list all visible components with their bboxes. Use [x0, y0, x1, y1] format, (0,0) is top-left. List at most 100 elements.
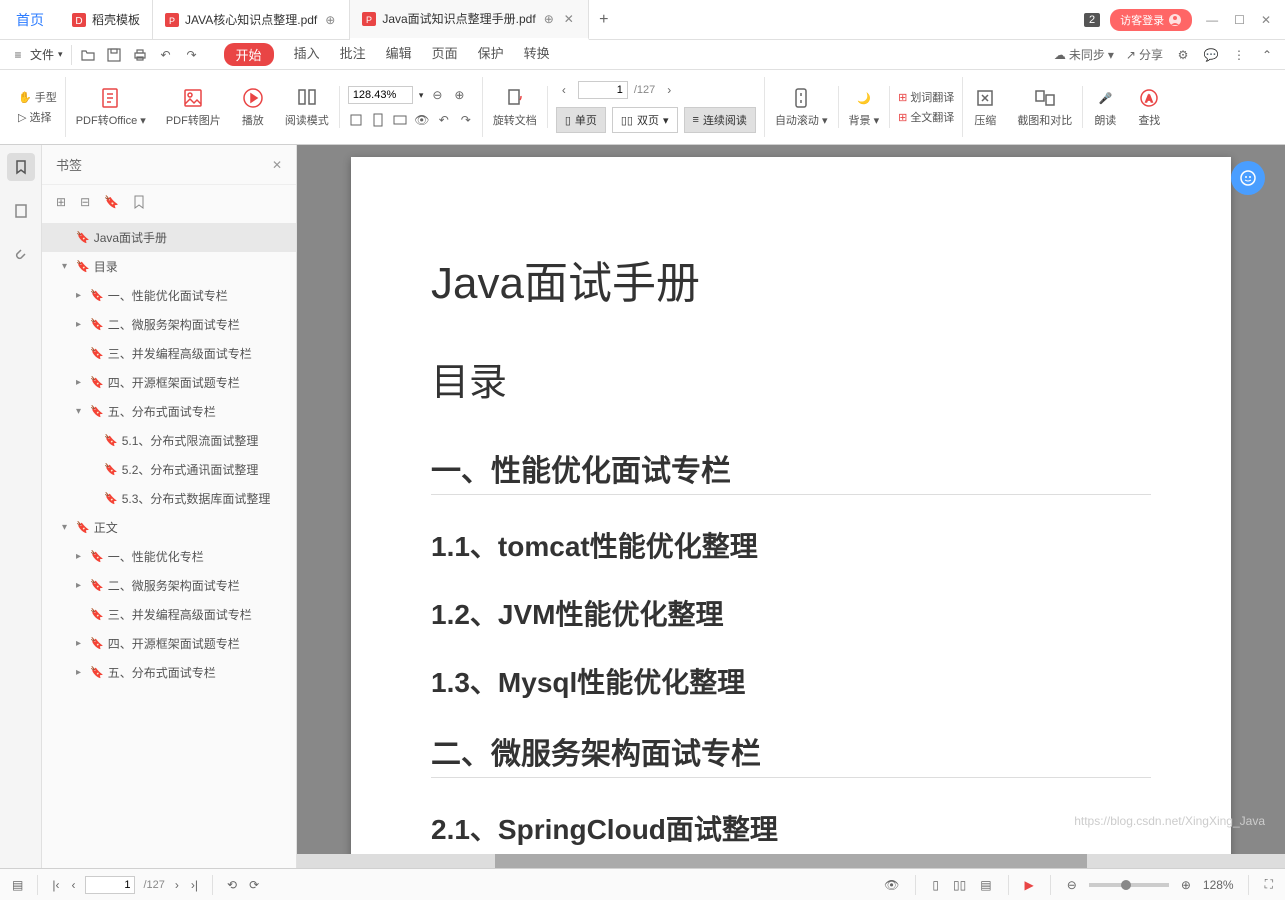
pdf-to-image[interactable]: PDF转图片	[156, 86, 231, 128]
menu-tab-edit[interactable]: 编辑	[386, 43, 412, 66]
rotate-doc[interactable]: 旋转文档	[483, 86, 548, 128]
undo-icon[interactable]: ↶	[158, 47, 174, 63]
play-button[interactable]: 播放	[231, 86, 275, 128]
save-icon[interactable]	[106, 47, 122, 63]
first-page-icon[interactable]: |‹	[50, 876, 61, 894]
add-tab-button[interactable]: +	[589, 11, 619, 29]
expand-all-icon[interactable]: ⊞	[56, 195, 66, 209]
tree-arrow-icon[interactable]: ▸	[76, 290, 86, 301]
thumbnail-rail-icon[interactable]	[7, 197, 35, 225]
pdf-to-office[interactable]: PDF转Office ▾	[66, 86, 156, 128]
share-button[interactable]: ↗ 分享	[1126, 46, 1163, 63]
document-viewer[interactable]: Java面试手册 目录 一、性能优化面试专栏 1.1、tomcat性能优化整理 …	[297, 145, 1285, 868]
collapse-icon[interactable]: ⌃	[1259, 47, 1275, 63]
zoom-out-icon[interactable]: ⊖	[429, 87, 445, 103]
screenshot-compare[interactable]: 截图和对比	[1007, 86, 1083, 128]
menu-tab-page[interactable]: 页面	[432, 43, 458, 66]
collapse-all-icon[interactable]: ⊟	[80, 195, 90, 209]
fit-page-icon[interactable]	[370, 112, 386, 128]
background[interactable]: 🌙 背景 ▾	[839, 86, 891, 128]
select-tool[interactable]: ▷ 选择	[18, 109, 57, 125]
eye-protect-icon[interactable]: 👁	[882, 876, 901, 894]
full-translate[interactable]: ⊞ 全文翻译	[898, 109, 954, 125]
tree-arrow-icon[interactable]: ▸	[76, 319, 86, 330]
tab-pdf1[interactable]: P JAVA核心知识点整理.pdf ⊕	[153, 0, 350, 40]
view-double-icon[interactable]: ▯▯	[951, 876, 968, 894]
compress[interactable]: 压缩	[963, 86, 1007, 128]
close-icon[interactable]: ✕	[1257, 9, 1275, 31]
menu-tab-convert[interactable]: 转换	[524, 43, 550, 66]
zoom-slider[interactable]	[1089, 883, 1169, 887]
menu-tab-insert[interactable]: 插入	[294, 43, 320, 66]
file-menu[interactable]: 文件 ▾	[30, 46, 63, 63]
tree-item[interactable]: 🔖三、并发编程高级面试专栏	[42, 600, 296, 629]
tree-item[interactable]: ▸🔖四、开源框架面试题专栏	[42, 629, 296, 658]
tree-item[interactable]: 🔖三、并发编程高级面试专栏	[42, 339, 296, 368]
bookmark-icon[interactable]	[133, 195, 145, 209]
tab-close-icon[interactable]: ✕	[562, 10, 576, 28]
fit-width-icon[interactable]	[348, 112, 364, 128]
zoom-out-status[interactable]: ⊖	[1065, 876, 1079, 894]
tree-item[interactable]: ▾🔖五、分布式面试专栏	[42, 397, 296, 426]
tab-pin-icon[interactable]: ⊕	[542, 10, 556, 28]
login-button[interactable]: 访客登录	[1110, 9, 1192, 31]
next-page-icon[interactable]: ›	[661, 82, 677, 98]
nav-back-icon[interactable]: ⟲	[225, 876, 239, 894]
add-bookmark-icon[interactable]: 🔖	[104, 195, 119, 209]
fullscreen-icon[interactable]: ⛶	[1263, 875, 1275, 894]
single-page-button[interactable]: ▯ 单页	[556, 107, 606, 133]
tree-item[interactable]: 🔖5.3、分布式数据库面试整理	[42, 484, 296, 513]
prev-page-icon[interactable]: ‹	[556, 82, 572, 98]
tree-arrow-icon[interactable]: ▸	[76, 377, 86, 388]
tree-arrow-icon[interactable]: ▸	[76, 551, 86, 562]
rotate-left-icon[interactable]: ↶	[436, 112, 452, 128]
tree-item[interactable]: ▸🔖二、微服务架构面试专栏	[42, 310, 296, 339]
tree-item[interactable]: ▾🔖目录	[42, 252, 296, 281]
nav-fwd-icon[interactable]: ⟳	[247, 876, 261, 894]
read-mode[interactable]: 阅读模式	[275, 86, 340, 128]
tree-item[interactable]: ▾🔖正文	[42, 513, 296, 542]
view-cont-icon[interactable]: ▤	[978, 876, 993, 894]
hand-tool[interactable]: ✋ 手型	[18, 89, 57, 105]
auto-scroll[interactable]: 自动滚动 ▾	[765, 86, 839, 128]
minimize-icon[interactable]: —	[1202, 9, 1222, 31]
next-page-icon[interactable]: ›	[173, 876, 181, 894]
open-icon[interactable]	[80, 47, 96, 63]
feedback-icon[interactable]: 💬	[1203, 47, 1219, 63]
sync-status[interactable]: ☁ 未同步 ▾	[1054, 46, 1114, 63]
attachment-rail-icon[interactable]	[7, 241, 35, 269]
tree-arrow-icon[interactable]: ▸	[76, 580, 86, 591]
menu-tab-start[interactable]: 开始	[224, 43, 274, 66]
tree-arrow-icon[interactable]: ▸	[76, 638, 86, 649]
sidebar-toggle-icon[interactable]: ▤	[10, 876, 25, 894]
tree-arrow-icon[interactable]: ▾	[62, 522, 72, 533]
tree-item[interactable]: 🔖5.2、分布式通讯面试整理	[42, 455, 296, 484]
menu-icon[interactable]: ≡	[10, 47, 26, 63]
rotate-right-icon[interactable]: ↷	[458, 112, 474, 128]
view-icon[interactable]: 👁	[414, 112, 430, 128]
play-status-icon[interactable]: ▶	[1023, 876, 1036, 894]
read-aloud[interactable]: 🎤 朗读	[1083, 86, 1127, 128]
maximize-icon[interactable]: ☐	[1230, 9, 1249, 31]
zoom-dropdown[interactable]: ▾	[419, 90, 424, 101]
prev-page-icon[interactable]: ‹	[69, 876, 77, 894]
bookmark-rail-icon[interactable]	[7, 153, 35, 181]
horizontal-scrollbar[interactable]	[297, 854, 1285, 868]
tree-arrow-icon[interactable]: ▾	[76, 406, 86, 417]
double-page-button[interactable]: ▯▯ 双页 ▾	[612, 107, 678, 133]
find[interactable]: A 查找	[1127, 86, 1171, 128]
zoom-input[interactable]	[348, 86, 413, 104]
actual-size-icon[interactable]	[392, 112, 408, 128]
assistant-float-button[interactable]	[1231, 161, 1265, 195]
tree-item[interactable]: ▸🔖一、性能优化专栏	[42, 542, 296, 571]
menu-tab-comment[interactable]: 批注	[340, 43, 366, 66]
tree-arrow-icon[interactable]: ▾	[62, 261, 72, 272]
tree-arrow-icon[interactable]: ▸	[76, 667, 86, 678]
tab-template[interactable]: D 稻壳模板	[60, 0, 153, 40]
more-icon[interactable]: ⋮	[1231, 47, 1247, 63]
word-translate[interactable]: ⊞ 划词翻译	[898, 89, 954, 105]
zoom-in-status[interactable]: ⊕	[1179, 876, 1193, 894]
bookmark-close-icon[interactable]: ✕	[272, 158, 282, 172]
redo-icon[interactable]: ↷	[184, 47, 200, 63]
last-page-icon[interactable]: ›|	[189, 876, 200, 894]
